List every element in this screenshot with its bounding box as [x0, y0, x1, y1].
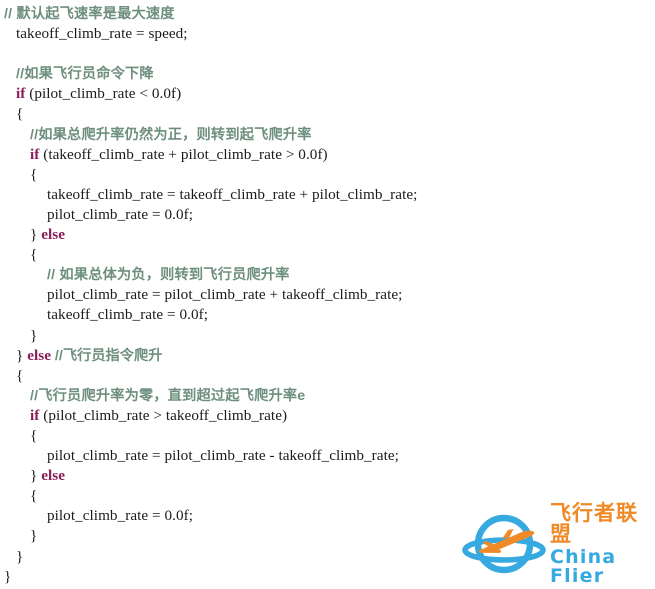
code-line: //如果总爬升率仍然为正，则转到起飞爬升率 — [0, 125, 655, 145]
code-comment: //如果飞行员命令下降 — [16, 66, 154, 83]
code-text: } — [16, 346, 28, 364]
code-text: pilot_climb_rate = pilot_climb_rate + ta… — [47, 286, 403, 304]
code-line: if (takeoff_climb_rate + pilot_climb_rat… — [0, 145, 655, 165]
code-keyword: else — [41, 226, 65, 244]
code-text: takeoff_climb_rate = 0.0f; — [47, 306, 208, 324]
code-text: { — [30, 487, 38, 505]
code-text: } — [30, 467, 42, 485]
code-keyword: else — [41, 467, 65, 485]
code-line: if (pilot_climb_rate > takeoff_climb_rat… — [0, 406, 655, 426]
code-line: pilot_climb_rate = 0.0f; — [0, 506, 655, 526]
code-keyword: else — [27, 346, 51, 364]
code-comment: // 如果总体为负，则转到飞行员爬升率 — [47, 267, 290, 284]
code-line: // 如果总体为负，则转到飞行员爬升率 — [0, 265, 655, 285]
code-keyword: if — [30, 145, 40, 163]
code-line: { — [0, 104, 655, 124]
code-line: { — [0, 366, 655, 386]
code-line: { — [0, 245, 655, 265]
code-line: } else — [0, 466, 655, 486]
code-text: (takeoff_climb_rate + pilot_climb_rate >… — [39, 145, 328, 163]
code-text: { — [30, 246, 38, 264]
code-text: { — [16, 366, 24, 384]
code-line: pilot_climb_rate = 0.0f; — [0, 205, 655, 225]
code-text: } — [16, 547, 24, 565]
code-line: } — [0, 526, 655, 546]
code-text: } — [4, 567, 12, 585]
code-comment: //如果总爬升率仍然为正，则转到起飞爬升率 — [30, 126, 312, 143]
code-line: } else — [0, 225, 655, 245]
code-line: // 默认起飞速率是最大速度 — [0, 4, 655, 24]
code-text: } — [30, 527, 38, 545]
code-text: { — [16, 105, 24, 123]
code-text: pilot_climb_rate = 0.0f; — [47, 507, 194, 525]
code-line: } else //飞行员指令爬升 — [0, 346, 655, 366]
code-line: } — [0, 547, 655, 567]
code-line: { — [0, 165, 655, 185]
code-line: } — [0, 326, 655, 346]
code-line: //如果飞行员命令下降 — [0, 64, 655, 84]
code-line: takeoff_climb_rate = 0.0f; — [0, 305, 655, 325]
code-keyword: if — [16, 85, 26, 103]
code-comment: //飞行员爬升率为零，直到超过起飞爬升率e — [30, 387, 306, 404]
code-line: pilot_climb_rate = pilot_climb_rate - ta… — [0, 446, 655, 466]
code-text: (pilot_climb_rate > takeoff_climb_rate) — [39, 406, 288, 424]
code-text: } — [30, 326, 38, 344]
code-listing: // 默认起飞速率是最大速度 takeoff_climb_rate = speed… — [0, 0, 655, 589]
code-text: takeoff_climb_rate = speed; — [16, 25, 188, 43]
code-line: { — [0, 426, 655, 446]
code-line: pilot_climb_rate = pilot_climb_rate + ta… — [0, 285, 655, 305]
code-line: if (pilot_climb_rate < 0.0f) — [0, 84, 655, 104]
code-text: { — [30, 165, 38, 183]
code-text: pilot_climb_rate = pilot_climb_rate - ta… — [47, 447, 399, 465]
code-text: } — [30, 226, 42, 244]
code-line: } — [0, 567, 655, 587]
code-text: takeoff_climb_rate = takeoff_climb_rate … — [47, 185, 418, 203]
code-text: (pilot_climb_rate < 0.0f) — [25, 85, 182, 103]
code-keyword: if — [30, 406, 40, 424]
code-line: takeoff_climb_rate = takeoff_climb_rate … — [0, 185, 655, 205]
code-comment: // 默认起飞速率是最大速度 — [4, 6, 175, 22]
code-line: //飞行员爬升率为零，直到超过起飞爬升率e — [0, 386, 655, 406]
code-text: { — [30, 426, 38, 444]
code-line: { — [0, 486, 655, 506]
code-comment: //飞行员指令爬升 — [54, 347, 163, 364]
code-text: pilot_climb_rate = 0.0f; — [47, 205, 194, 223]
code-line: takeoff_climb_rate = speed; — [0, 24, 655, 44]
